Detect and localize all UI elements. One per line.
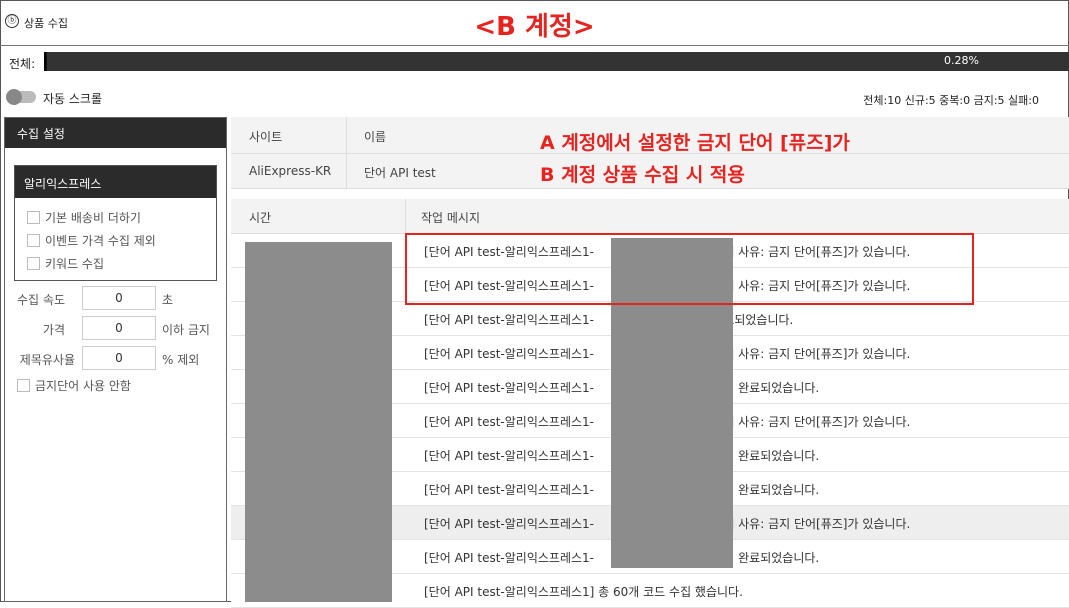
progress-label: 전체:: [9, 57, 36, 71]
speed-field-row: 수집 속도 0 초: [5, 286, 225, 312]
checkbox-icon: [27, 211, 40, 224]
aliexpress-group: 알리익스프레스 기본 배송비 더하기 이벤트 가격 수집 제외 키워드 수집: [14, 165, 217, 281]
speed-label: 수집 속도: [17, 293, 65, 307]
checkbox-add-shipping[interactable]: 기본 배송비 더하기: [27, 209, 141, 226]
annotation-highlight-box: [405, 233, 974, 305]
progress-percent: 0.28%: [944, 54, 979, 67]
annotation-line-2: B 계정 상품 수집 시 적용: [540, 164, 745, 186]
checkbox-icon: [27, 257, 40, 270]
time-column-header: 시간: [249, 211, 272, 225]
site-column-header: 사이트: [249, 130, 283, 144]
log-table-header: 시간 작업 메시지: [231, 199, 1069, 234]
settings-header: 수집 설정: [5, 118, 226, 148]
progress-bar: 0.28%: [44, 52, 1069, 71]
similarity-label: 제목유사율: [19, 353, 75, 367]
log-message: [단어 API test-알리익스프레스1] 총 60개 코드 수집 했습니다.: [424, 585, 743, 599]
price-field-row: 가격 0 이하 금지: [5, 316, 225, 342]
redacted-time-block: [245, 242, 392, 602]
name-column-header: 이름: [364, 130, 387, 144]
annotation-line-1: A 계정에서 설정한 금지 단어 [퓨즈]가: [540, 132, 850, 154]
auto-scroll-label: 자동 스크롤: [43, 92, 103, 106]
price-suffix: 이하 금지: [162, 323, 210, 337]
table-area: 사이트 이름 AliExpress-KR 단어 API test 시간 작업 메…: [231, 117, 1069, 608]
title-bar: ⓑ 상품 수집 <B 계정>: [0, 0, 1069, 46]
settings-panel: 수집 설정 알리익스프레스 기본 배송비 더하기 이벤트 가격 수집 제외 키워…: [4, 117, 227, 602]
checkbox-icon: [17, 379, 30, 392]
overlay-title: <B 계정>: [474, 12, 595, 42]
checkbox-exclude-event-price[interactable]: 이벤트 가격 수집 제외: [27, 232, 156, 249]
similarity-suffix: % 제외: [162, 353, 200, 367]
progress-fill: [44, 52, 47, 71]
log-message: [단어 API test-알리익스프레스1- 완료되었습니다.: [424, 313, 794, 327]
speed-suffix: 초: [162, 293, 174, 307]
column-divider: [346, 117, 347, 189]
checkbox-icon: [27, 234, 40, 247]
collection-stats: 전체:10 신규:5 중복:0 금지:5 실패:0: [863, 94, 1039, 107]
price-input[interactable]: 0: [82, 316, 156, 340]
message-column-header: 작업 메시지: [421, 211, 481, 225]
group-title: 알리익스프레스: [15, 166, 216, 198]
toggle-knob: [6, 89, 22, 105]
checkbox-keyword-collect[interactable]: 키워드 수집: [27, 255, 104, 272]
price-label: 가격: [42, 323, 65, 337]
speed-input[interactable]: 0: [82, 286, 156, 310]
checkbox-no-banned-words[interactable]: 금지단어 사용 안함: [17, 377, 131, 394]
similarity-input[interactable]: 0: [82, 346, 156, 370]
similarity-field-row: 제목유사율 0 % 제외: [5, 346, 225, 372]
name-cell: 단어 API test: [364, 166, 436, 180]
auto-scroll-toggle[interactable]: [6, 89, 36, 105]
site-cell: AliExpress-KR: [249, 164, 332, 178]
